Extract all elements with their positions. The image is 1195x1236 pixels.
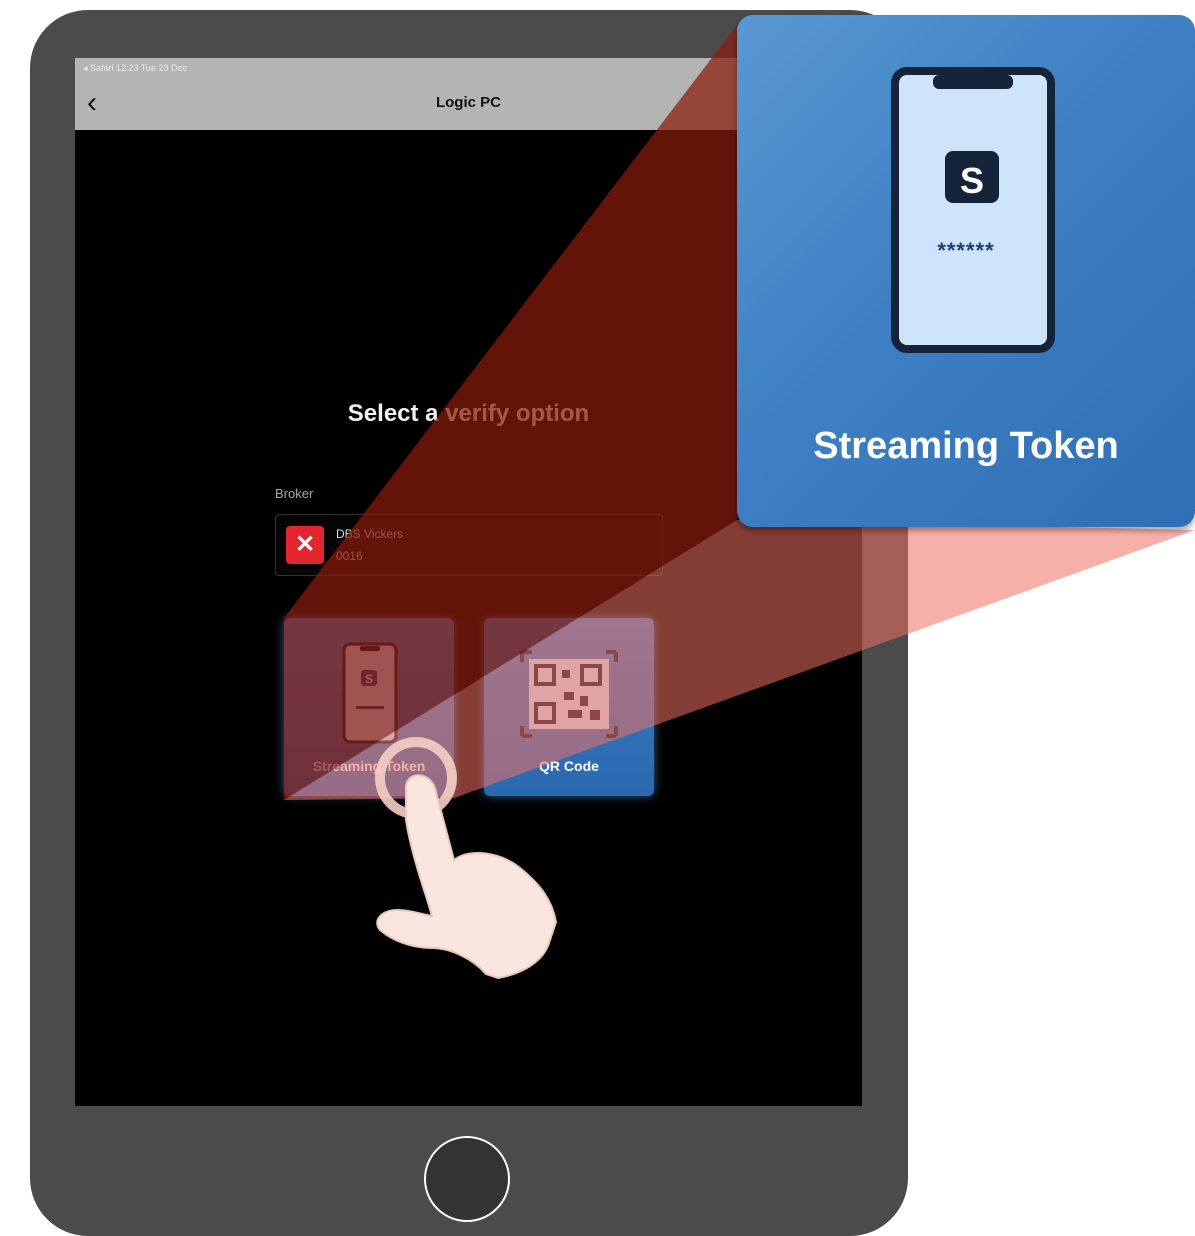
callout-label: Streaming Token <box>813 425 1119 467</box>
streaming-token-callout: S ****** Streaming Token <box>737 15 1195 527</box>
app-logo-icon: S <box>960 160 984 201</box>
callout-phone-icon: S <box>891 67 1055 353</box>
masked-token-code: ****** <box>937 238 995 263</box>
